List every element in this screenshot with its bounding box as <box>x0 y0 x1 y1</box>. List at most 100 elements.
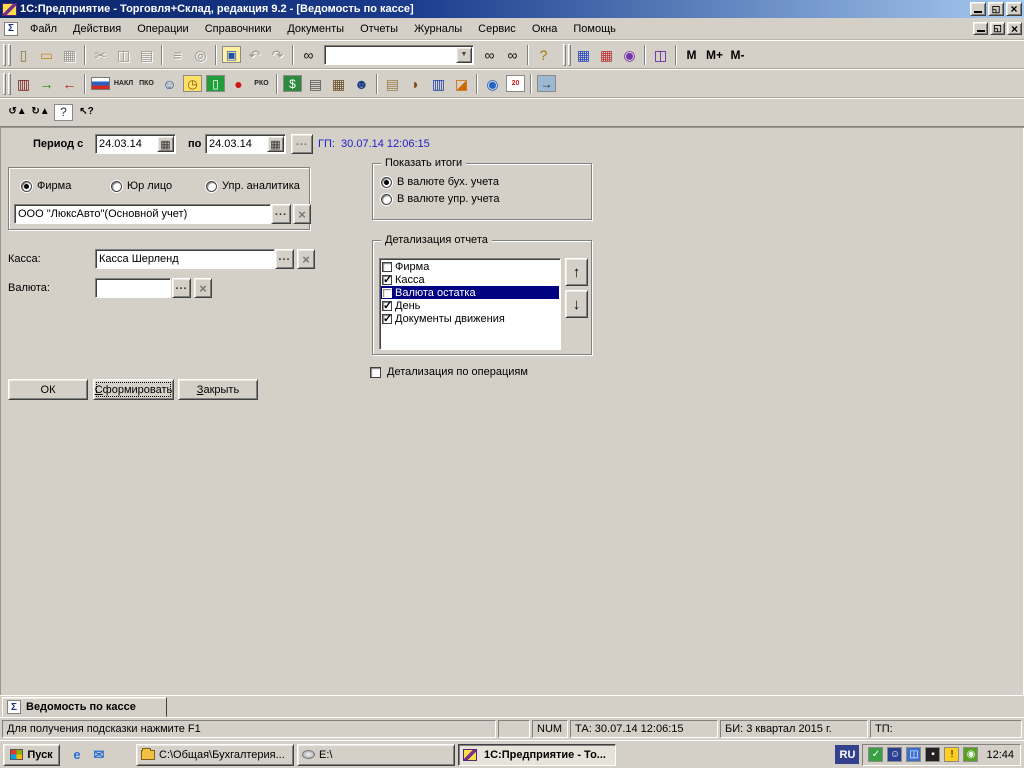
rko-doc-icon[interactable]: РКО <box>250 72 273 96</box>
toolbar-grip[interactable] <box>8 73 11 95</box>
find-next-icon[interactable]: ∞ <box>478 43 501 67</box>
combobox-dropdown-icon[interactable]: ▼ <box>456 47 472 63</box>
toolbar-grip[interactable] <box>3 73 6 95</box>
radio-yur-lico[interactable]: Юр лицо <box>111 180 172 192</box>
green-door-icon[interactable]: ▯ <box>204 72 227 96</box>
berries-icon[interactable]: ● <box>227 72 250 96</box>
title-bar[interactable]: 1С:Предприятие - Торговля+Склад, редакци… <box>0 0 1024 18</box>
tray-icon-warning[interactable]: ! <box>943 746 960 763</box>
calendar-icon[interactable] <box>267 136 284 152</box>
tray-icon-network[interactable]: ◫ <box>905 746 922 763</box>
toolbar-grip[interactable] <box>8 44 11 66</box>
task-button-drive[interactable]: Е:\ <box>297 744 455 766</box>
calendar-icon[interactable] <box>157 136 174 152</box>
menu-service[interactable]: Сервис <box>470 20 524 38</box>
memory-minus-icon[interactable]: M- <box>726 43 749 67</box>
firm-select-button[interactable] <box>271 204 291 224</box>
find-prev-icon[interactable]: ∞ <box>501 43 524 67</box>
firm-clear-button[interactable] <box>293 204 311 224</box>
radio-buh-currency[interactable]: В валюте бух. учета <box>381 176 499 188</box>
calendar-date-icon[interactable]: 20 <box>504 72 527 96</box>
report-table-icon[interactable]: ▥ <box>427 72 450 96</box>
task-button-folder[interactable]: С:\Общая\Бухгалтерия... <box>136 744 294 766</box>
currency-field[interactable] <box>95 278 171 298</box>
currency-select-button[interactable] <box>172 278 191 298</box>
period-select-button[interactable] <box>291 134 313 154</box>
help-contents-icon[interactable]: ? <box>52 100 75 124</box>
new-file-icon[interactable]: ▯ <box>12 43 35 67</box>
internet-explorer-icon[interactable]: e <box>67 745 87 765</box>
tray-icon-green-check[interactable]: ✓ <box>867 746 884 763</box>
move-up-button[interactable]: ↑ <box>565 258 588 286</box>
memory-icon[interactable]: M <box>680 43 703 67</box>
quick-search-combobox[interactable]: ▼ <box>324 45 474 65</box>
kassa-field[interactable]: Касса Шерленд <box>95 249 275 269</box>
toolbar-grip[interactable] <box>3 44 6 66</box>
tray-icon-accessibility[interactable]: ☺ <box>886 746 903 763</box>
money-bag-icon[interactable]: $ <box>281 72 304 96</box>
move-down-button[interactable]: ↓ <box>565 290 588 318</box>
memory-plus-icon[interactable]: M+ <box>703 43 726 67</box>
chart-icon[interactable]: ◪ <box>450 72 473 96</box>
context-help-icon[interactable]: ↖? <box>75 100 98 124</box>
child-restore-button[interactable] <box>990 22 1005 35</box>
tab-vedomost-po-kasse[interactable]: Ведомость по кассе <box>2 697 167 717</box>
detail-listbox[interactable]: Фирма Касса Валюта остатка День Документ… <box>379 258 561 350</box>
outgoing-doc-icon[interactable]: ← <box>58 72 81 96</box>
cash-register-icon[interactable]: ▤ <box>304 72 327 96</box>
radio-upr-currency[interactable]: В валюте упр. учета <box>381 193 499 205</box>
close-form-button[interactable]: Закрыть <box>178 379 258 400</box>
pko-doc-icon[interactable]: ПКО <box>135 72 158 96</box>
description-book-icon[interactable]: ◫ <box>649 43 672 67</box>
start-button[interactable]: Пуск <box>3 744 60 766</box>
firm-field[interactable]: ООО "ЛюксАвто"(Основной учет) <box>14 204 271 224</box>
child-close-button[interactable] <box>1007 22 1022 35</box>
persons-icon[interactable]: ☻ <box>350 72 373 96</box>
formula-calculator-icon[interactable]: ▦ <box>595 43 618 67</box>
journals-icon[interactable]: ▥ <box>12 72 35 96</box>
tray-icon-display[interactable]: ◉ <box>962 746 979 763</box>
detail-list-item[interactable]: Валюта остатка <box>381 286 559 299</box>
radio-upr-analitika[interactable]: Упр. аналитика <box>206 180 300 192</box>
kassa-clear-button[interactable] <box>297 249 315 269</box>
period-to-field[interactable]: 24.03.14 <box>205 134 286 154</box>
person-icon[interactable]: ☺ <box>158 72 181 96</box>
task-button-1c[interactable]: 1С:Предприятие - То... <box>458 744 616 766</box>
detail-list-item[interactable]: Документы движения <box>381 312 559 325</box>
minimize-button[interactable] <box>970 2 986 16</box>
device-icon[interactable]: ▤ <box>381 72 404 96</box>
structure-refresh-icon[interactable]: ↺▲ <box>6 100 29 124</box>
user-monitor-icon[interactable]: ▣ <box>220 43 243 67</box>
clipboard-icon[interactable]: ▦ <box>327 72 350 96</box>
detail-list-item[interactable]: День <box>381 299 559 312</box>
russian-flag-icon[interactable] <box>89 72 112 96</box>
structure-update-icon[interactable]: ↻▲ <box>29 100 52 124</box>
restore-button[interactable] <box>988 2 1004 16</box>
toolbar-grip[interactable] <box>568 44 571 66</box>
menu-actions[interactable]: Действия <box>65 20 129 38</box>
kassa-select-button[interactable] <box>275 249 294 269</box>
detail-list-item[interactable]: Фирма <box>381 260 559 273</box>
menu-documents[interactable]: Документы <box>279 20 352 38</box>
menu-references[interactable]: Справочники <box>197 20 280 38</box>
wallet-icon[interactable]: ◗ <box>404 72 427 96</box>
toolbar-grip[interactable] <box>563 44 566 66</box>
child-minimize-button[interactable] <box>973 22 988 35</box>
detail-list-item[interactable]: Касса <box>381 273 559 286</box>
language-indicator[interactable]: RU <box>835 745 859 764</box>
help-icon[interactable]: ? <box>532 43 555 67</box>
find-icon[interactable]: ∞ <box>297 43 320 67</box>
generate-button[interactable]: Сформировать <box>93 379 174 400</box>
invoice-nakl-icon[interactable]: НАКЛ <box>112 72 135 96</box>
radio-firma[interactable]: Фирма <box>21 180 71 192</box>
menu-operations[interactable]: Операции <box>129 20 196 38</box>
tray-icon-device[interactable]: ▪ <box>924 746 941 763</box>
ok-button[interactable]: ОК <box>8 379 88 400</box>
clock-icon[interactable]: ◷ <box>181 72 204 96</box>
menu-file[interactable]: Файл <box>22 20 65 38</box>
menu-help[interactable]: Помощь <box>565 20 624 38</box>
detail-ops-checkbox[interactable]: Детализация по операциям <box>370 366 528 378</box>
view-options-icon[interactable]: ◉ <box>618 43 641 67</box>
menu-reports[interactable]: Отчеты <box>352 20 406 38</box>
exit-icon[interactable]: → <box>535 72 558 96</box>
